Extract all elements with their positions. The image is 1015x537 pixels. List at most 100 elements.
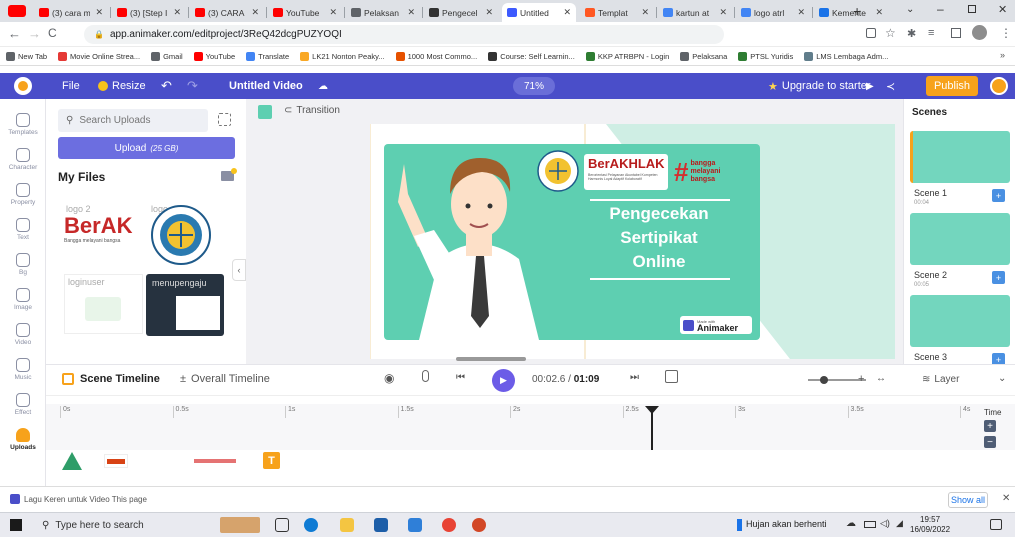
search-input[interactable] <box>79 115 190 126</box>
bookmark-item[interactable]: Movie Online Strea... <box>58 51 140 61</box>
rail-item-text[interactable]: Text <box>0 218 46 241</box>
weather-widget[interactable]: Hujan akan berhenti <box>737 519 827 531</box>
file-tile-menupengaju[interactable]: menupengaju <box>146 274 224 336</box>
scene-thumbnail[interactable] <box>910 213 1010 265</box>
file-menu[interactable]: File <box>62 73 80 99</box>
layer-button[interactable]: ≋ Layer <box>922 374 959 385</box>
collapse-timeline-icon[interactable]: ⌄ <box>998 373 1006 384</box>
text-track-item[interactable]: T <box>263 452 280 469</box>
rail-item-templates[interactable]: Templates <box>0 113 46 136</box>
rail-item-music[interactable]: Music <box>0 358 46 381</box>
download-item[interactable]: Lagu Keren untuk Video This page <box>10 494 147 504</box>
edge-icon[interactable] <box>304 518 318 532</box>
upload-button[interactable]: Upload (25 GB) <box>58 137 235 159</box>
bookmark-item[interactable]: LK21 Nonton Peaky... <box>300 51 385 61</box>
project-title[interactable]: Untitled Video <box>229 73 303 99</box>
url-bar[interactable]: 🔒 app.animaker.com/editproject/3ReQ42dcg… <box>84 25 724 44</box>
shape-track-icon[interactable] <box>62 452 82 470</box>
fit-icon[interactable]: ↔ <box>876 373 886 384</box>
store-icon[interactable] <box>374 518 388 532</box>
star-icon[interactable]: ☆ <box>885 26 896 40</box>
close-tab-icon[interactable]: ✕ <box>251 7 259 18</box>
timeline-ruler[interactable]: 0s 0.5s 1s 1.5s 2s 2.5s 3s 3.5s 4s Time + − <box>46 404 1015 450</box>
browser-tab[interactable]: Untitled ✕ <box>502 3 576 22</box>
chrome-icon[interactable] <box>442 518 456 532</box>
back-icon[interactable]: ← <box>8 26 21 41</box>
line-track-item[interactable] <box>194 459 236 463</box>
bookmarks-overflow-icon[interactable]: » <box>1000 50 1005 60</box>
microphone-icon[interactable] <box>422 370 429 382</box>
bg-color-swatch[interactable] <box>258 105 272 119</box>
bookmark-item[interactable]: LMS Lembaga Adm... <box>804 51 888 61</box>
tray-cloud-icon[interactable]: ☁ <box>846 518 856 529</box>
file-tile-loginuser[interactable]: loginuser <box>64 274 143 334</box>
browser-tab[interactable]: Kemente ✕ <box>814 3 888 22</box>
browser-tab[interactable]: YouTube ✕ <box>268 3 342 22</box>
transition-button[interactable]: ⊂ Transition <box>284 105 340 116</box>
bookmark-item[interactable]: Pelaksana <box>680 51 727 61</box>
bookmark-item[interactable]: Translate <box>246 51 289 61</box>
close-download-bar-icon[interactable]: ✕ <box>1002 493 1010 504</box>
add-time-button[interactable]: + <box>984 420 996 432</box>
close-tab-icon[interactable]: ✕ <box>797 7 805 18</box>
new-folder-icon[interactable] <box>221 168 237 181</box>
file-tile-logo2[interactable]: logo 2 BerAK Bangga melayani bangsa <box>58 204 137 269</box>
close-tab-icon[interactable]: ✕ <box>329 7 337 18</box>
tab-search-icon[interactable]: ⌄ <box>906 4 914 15</box>
logo-track-item[interactable] <box>104 454 128 468</box>
remove-time-button[interactable]: − <box>984 436 996 448</box>
user-avatar[interactable] <box>990 77 1008 95</box>
scene-thumbnail[interactable] <box>910 295 1010 347</box>
reload-icon[interactable]: C <box>48 26 57 40</box>
news-widget-icon[interactable] <box>220 517 260 533</box>
add-scene-button[interactable]: + <box>992 271 1005 284</box>
side-panel-icon[interactable] <box>951 28 961 38</box>
close-tab-icon[interactable]: ✕ <box>719 7 727 18</box>
resize-button[interactable]: Resize <box>98 73 146 99</box>
rail-item-property[interactable]: Property <box>0 183 46 206</box>
browser-tab[interactable]: Pelaksan ✕ <box>346 3 420 22</box>
browser-tab[interactable]: (3) CARA ✕ <box>190 3 264 22</box>
rail-item-effect[interactable]: Effect <box>0 393 46 416</box>
bookmark-item[interactable]: YouTube <box>193 51 235 61</box>
browser-tab[interactable]: (3) cara m ✕ <box>34 3 108 22</box>
animaker-logo[interactable] <box>14 77 32 95</box>
bookmark-item[interactable]: KKP ATRBPN - Login <box>585 51 669 61</box>
forward-icon[interactable]: → <box>28 26 41 41</box>
share-project-icon[interactable]: ≺ <box>886 73 895 99</box>
playhead[interactable] <box>644 406 659 450</box>
bookmark-item[interactable]: Gmail <box>151 51 183 61</box>
taskbar-search[interactable]: ⚲ Type here to search <box>42 516 212 535</box>
bookmark-item[interactable]: New Tab <box>6 51 47 61</box>
subtitles-icon[interactable] <box>665 370 678 383</box>
share-icon[interactable] <box>866 28 876 38</box>
rail-item-image[interactable]: Image <box>0 288 46 311</box>
browser-tab[interactable]: logo atrl ✕ <box>736 3 810 22</box>
show-all-button[interactable]: Show all <box>948 492 988 508</box>
close-window-icon[interactable]: ✕ <box>998 3 1007 16</box>
upgrade-button[interactable]: ★ Upgrade to starter <box>768 73 871 99</box>
file-explorer-icon[interactable] <box>340 518 354 532</box>
expand-panel-icon[interactable] <box>218 113 231 126</box>
bookmark-item[interactable]: 1000 Most Commo... <box>395 51 477 61</box>
extensions-icon[interactable]: ✱ <box>907 27 916 40</box>
powerpoint-icon[interactable] <box>472 518 486 532</box>
overall-timeline-tab[interactable]: ± Overall Timeline <box>180 373 270 385</box>
zoom-slider-handle[interactable] <box>820 376 828 384</box>
clock[interactable]: 19:57 16/09/2022 <box>910 515 950 535</box>
scene-slide[interactable]: BerAKHLAK Berorientasi Pelayanan Akuntab… <box>384 144 760 340</box>
search-uploads[interactable]: ⚲ <box>58 109 208 132</box>
preview-icon[interactable]: ▶ <box>866 73 874 99</box>
add-scene-button[interactable]: + <box>992 353 1005 364</box>
close-tab-icon[interactable]: ✕ <box>563 7 571 18</box>
close-tab-icon[interactable]: ✕ <box>95 7 103 18</box>
collapse-panel-icon[interactable]: ‹ <box>232 259 246 281</box>
browser-menu-icon[interactable]: ⋮ <box>1000 26 1012 40</box>
close-tab-icon[interactable]: ✕ <box>485 7 493 18</box>
close-tab-icon[interactable]: ✕ <box>641 7 649 18</box>
minimize-window-icon[interactable]: – <box>937 2 944 16</box>
camera-icon[interactable]: ◉ <box>384 371 394 385</box>
notification-icon[interactable] <box>990 519 1002 530</box>
close-tab-icon[interactable]: ✕ <box>173 7 181 18</box>
mail-icon[interactable] <box>408 518 422 532</box>
